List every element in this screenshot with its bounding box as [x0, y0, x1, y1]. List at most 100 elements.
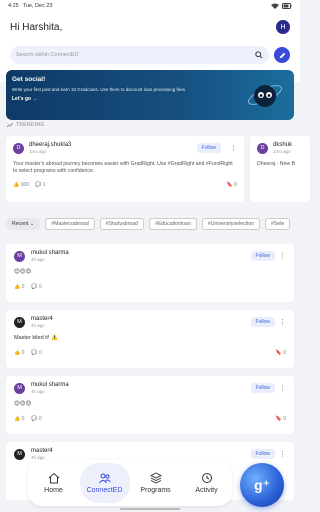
trending-label-text: TRENDING: [16, 122, 45, 128]
recent-label: Recent: [12, 221, 29, 227]
post-time: 1mo ago: [273, 149, 291, 154]
search-icon[interactable]: [255, 51, 263, 59]
avatar[interactable]: M: [14, 448, 25, 460]
banner-text: Write your first post and earn 10 Gradco…: [12, 87, 186, 92]
post-time: 1mo ago: [29, 149, 47, 154]
people-icon: [98, 473, 111, 484]
search-placeholder: Search within ConnectED: [16, 52, 79, 58]
home-icon: [48, 472, 59, 484]
like-button[interactable]: 👍 100: [13, 182, 29, 188]
avatar[interactable]: D: [257, 142, 268, 154]
nav-label: Home: [44, 487, 63, 494]
gradright-assistant-button[interactable]: g⁺: [240, 463, 284, 507]
more-options-icon[interactable]: ⋮: [279, 252, 286, 260]
comment-button[interactable]: 💬 0: [31, 416, 41, 422]
activity-icon: [201, 473, 212, 483]
avatar[interactable]: M: [14, 250, 25, 262]
more-options-icon[interactable]: ⋮: [279, 450, 286, 458]
chip-studyabroad[interactable]: #Studyabroad: [99, 218, 145, 230]
nav-home[interactable]: Home: [29, 472, 79, 494]
more-options-icon[interactable]: ⋮: [279, 318, 286, 326]
trending-card[interactable]: D dkshuk 1mo ago Dheeraj - New B: [250, 136, 310, 202]
avatar[interactable]: D: [13, 142, 24, 154]
follow-button[interactable]: Follow: [196, 143, 221, 153]
save-count: 0: [283, 416, 286, 422]
bookmark-icon: 🔖: [275, 416, 282, 422]
more-options-icon[interactable]: ⋮: [279, 384, 286, 392]
status-date: Tue, Dec 23: [22, 3, 53, 9]
feed-post[interactable]: M mukul sharma 4h ago Follow ⋮ 😊😊😊 👍 0 💬…: [6, 244, 294, 302]
post-text: Dheeraj - New B: [257, 161, 296, 167]
comment-icon: 💬: [31, 350, 38, 356]
author-name[interactable]: dkshuk: [273, 142, 292, 148]
system-home-indicator: [120, 508, 180, 510]
bookmark-icon: 🔖: [275, 350, 282, 356]
status-time: 4:25: [8, 3, 19, 9]
comment-button[interactable]: 💬 0: [31, 284, 41, 290]
recent-sort-dropdown[interactable]: Recent ⌄: [6, 218, 41, 230]
create-post-button[interactable]: [274, 47, 290, 63]
author-name[interactable]: mukul sharma: [31, 382, 69, 388]
search-input[interactable]: Search within ConnectED: [10, 46, 269, 64]
chevron-down-icon: ⌄: [29, 221, 35, 227]
feed-post[interactable]: M mukul sharma 4h ago Follow ⋮ 😊😊😊 👍 0 💬…: [6, 376, 294, 434]
chip-sele[interactable]: #Sele: [264, 218, 291, 230]
nav-activity[interactable]: Activity: [182, 472, 232, 494]
like-count: 0: [21, 416, 25, 422]
follow-button[interactable]: Follow: [250, 317, 275, 327]
post-text: Your master's abroad journey becomes eas…: [13, 161, 233, 175]
comment-count: 0: [39, 350, 42, 356]
like-count: 0: [21, 350, 25, 356]
post-time: 4h ago: [31, 323, 45, 328]
author-name[interactable]: master4: [31, 448, 53, 454]
feed-post[interactable]: M master4 4h ago Follow ⋮ Master kiled i…: [6, 310, 294, 368]
chip-mastersabroad[interactable]: #Mastersabroad: [45, 218, 95, 230]
author-name[interactable]: dheeraj.shukla3: [29, 142, 192, 148]
bottom-navigation: Home ConnectED Programs Activity: [28, 460, 232, 506]
save-count: 0: [283, 350, 286, 356]
status-icons: [271, 3, 292, 9]
chip-educationloan[interactable]: #Educationloan: [149, 218, 197, 230]
follow-button[interactable]: Follow: [250, 251, 275, 261]
bookmark-button[interactable]: 🔖 0: [227, 182, 237, 188]
pencil-icon: [279, 52, 285, 58]
trending-card[interactable]: D dheeraj.shukla3 1mo ago Follow ⋮ Your …: [6, 136, 244, 202]
avatar[interactable]: M: [14, 382, 25, 394]
thumbs-up-icon: 👍: [14, 350, 21, 356]
post-text: Master kiled it! ⚠️: [14, 335, 58, 341]
wifi-icon: [271, 3, 279, 9]
nav-programs[interactable]: Programs: [131, 472, 181, 494]
like-button[interactable]: 👍 0: [14, 284, 24, 290]
comment-icon: 💬: [31, 416, 38, 422]
like-button[interactable]: 👍 0: [14, 416, 24, 422]
profile-avatar[interactable]: H: [276, 20, 290, 34]
more-options-icon[interactable]: ⋮: [230, 144, 237, 152]
nav-connected[interactable]: ConnectED: [79, 463, 130, 503]
comment-icon: 💬: [31, 284, 38, 290]
robot-mascot-icon: [247, 85, 283, 107]
post-time: 4h ago: [31, 257, 45, 262]
chip-universityselection[interactable]: #Universityselection: [201, 218, 260, 230]
bookmark-button[interactable]: 🔖 0: [276, 350, 286, 356]
comment-button[interactable]: 💬 0: [31, 350, 41, 356]
like-button[interactable]: 👍 0: [14, 350, 24, 356]
author-name[interactable]: mukul sharma: [31, 250, 69, 256]
get-social-banner[interactable]: Get social! Write your first post and ea…: [6, 70, 294, 120]
filter-chips: Recent ⌄ #Mastersabroad #Studyabroad #Ed…: [6, 218, 291, 230]
battery-icon: [282, 3, 292, 9]
follow-button[interactable]: Follow: [250, 383, 275, 393]
comment-count: 1: [42, 181, 46, 188]
layers-icon: [149, 472, 162, 484]
author-name[interactable]: master4: [31, 316, 53, 322]
bookmark-icon: 🔖: [226, 181, 233, 188]
status-bar: 4:25 Tue, Dec 23: [0, 0, 300, 12]
nav-label: ConnectED: [86, 487, 123, 494]
comment-button[interactable]: 💬 1: [35, 182, 45, 188]
comment-count: 0: [39, 284, 42, 290]
avatar[interactable]: M: [14, 316, 25, 328]
bookmark-button[interactable]: 🔖 0: [276, 416, 286, 422]
post-text: 😊😊😊: [14, 269, 32, 275]
thumbs-up-icon: 👍: [14, 416, 21, 422]
thumbs-up-icon: 👍: [13, 181, 20, 188]
follow-button[interactable]: Follow: [250, 449, 275, 459]
